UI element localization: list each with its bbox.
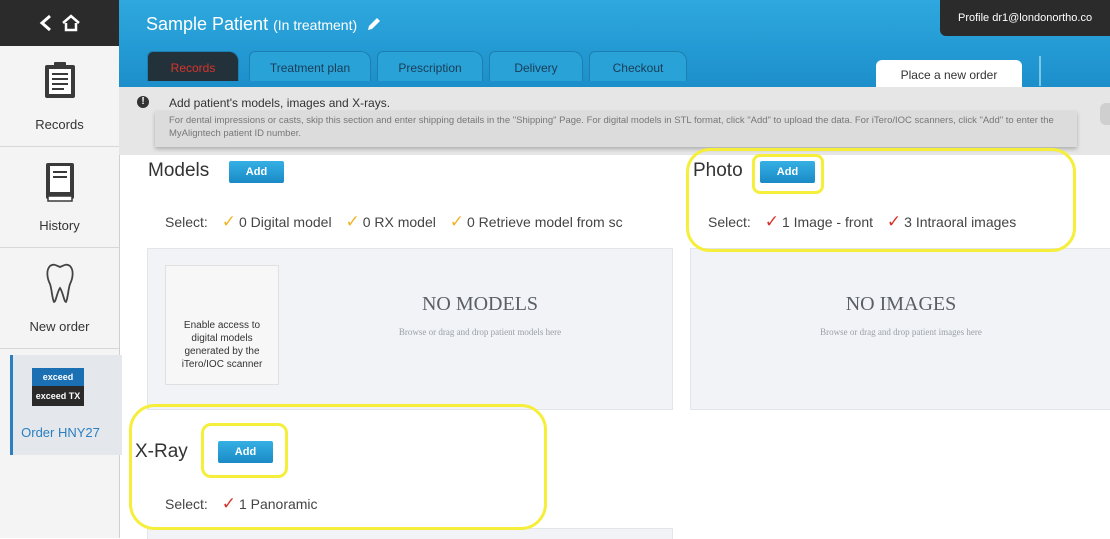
no-models-title: NO MODELS bbox=[421, 293, 539, 315]
sidebar-top-bar bbox=[0, 0, 119, 46]
patient-status: (In treatment) bbox=[273, 17, 358, 33]
exceed-badge-bottom: exceed TX bbox=[32, 386, 84, 406]
itero-access-card[interactable]: Enable access to digital models generate… bbox=[165, 265, 279, 385]
photo-option-intraoral[interactable]: 3 Intraoral images bbox=[904, 214, 1016, 230]
photo-drop-zone[interactable]: NO IMAGES Browse or drag and drop patien… bbox=[690, 248, 1110, 410]
sidebar-item-records[interactable]: Records bbox=[0, 46, 119, 147]
order-id-label: Order HNY27 bbox=[21, 425, 100, 440]
select-label: Select: bbox=[165, 214, 208, 230]
xray-title: X-Ray bbox=[135, 441, 188, 462]
tab-records[interactable]: Records bbox=[147, 51, 239, 81]
add-models-button[interactable]: Add bbox=[229, 161, 284, 183]
add-xray-button[interactable]: Add bbox=[218, 441, 273, 463]
models-title: Models bbox=[148, 160, 210, 181]
check-icon: ✓ bbox=[345, 212, 360, 231]
models-option-digital[interactable]: 0 Digital model bbox=[239, 214, 332, 230]
check-icon: ✓ bbox=[886, 212, 902, 231]
pencil-icon[interactable] bbox=[366, 16, 382, 32]
xray-select-row: Select: ✓ 1 Panoramic bbox=[165, 494, 465, 514]
info-banner: ! Add patient's models, images and X-ray… bbox=[119, 87, 1110, 155]
clipboard-icon bbox=[44, 62, 75, 98]
no-images-hint: Browse or drag and drop patient images h… bbox=[820, 327, 982, 337]
sidebar: Records History New order exceed exceed … bbox=[0, 0, 122, 538]
info-icon: ! bbox=[137, 96, 149, 108]
exceed-badge: exceed exceed TX bbox=[32, 368, 84, 406]
tooth-icon bbox=[45, 263, 74, 303]
home-icon[interactable] bbox=[61, 14, 81, 32]
models-drop-zone[interactable]: Enable access to digital models generate… bbox=[147, 248, 673, 410]
check-icon: ✓ bbox=[449, 212, 464, 231]
select-label: Select: bbox=[165, 496, 208, 512]
exceed-badge-top: exceed bbox=[32, 368, 84, 386]
photo-select-row: Select: ✓ 1 Image - front ✓ 3 Intraoral im… bbox=[708, 212, 1098, 232]
photo-option-front[interactable]: 1 Image - front bbox=[782, 214, 873, 230]
tab-delivery[interactable]: Delivery bbox=[489, 51, 583, 81]
itero-text: Enable access to digital models generate… bbox=[181, 320, 263, 370]
models-select-row: Select: ✓ 0 Digital model ✓ 0 RX model ✓ 0 … bbox=[165, 212, 665, 232]
patient-title: Sample Patient (In treatment) bbox=[146, 14, 382, 35]
photo-highlight bbox=[686, 148, 1076, 252]
no-images-title: NO IMAGES bbox=[845, 293, 957, 315]
book-icon bbox=[45, 163, 74, 202]
sidebar-item-label: New order bbox=[29, 319, 90, 334]
header-divider bbox=[1039, 56, 1041, 86]
xray-option-panoramic[interactable]: 1 Panoramic bbox=[239, 496, 318, 512]
back-icon[interactable] bbox=[39, 14, 53, 32]
info-title: Add patient's models, images and X-rays. bbox=[169, 96, 391, 110]
sidebar-item-history[interactable]: History bbox=[0, 147, 119, 248]
sidebar-item-new-order[interactable]: New order bbox=[0, 248, 119, 349]
sidebar-item-order[interactable]: exceed exceed TX Order HNY27 bbox=[10, 355, 122, 455]
info-text: For dental impressions or casts, skip th… bbox=[169, 115, 1054, 139]
tab-checkout[interactable]: Checkout bbox=[589, 51, 687, 81]
profile-link[interactable]: Profile dr1@londonortho.co bbox=[940, 0, 1110, 36]
select-label: Select: bbox=[708, 214, 751, 230]
header: Sample Patient (In treatment) Profile dr… bbox=[119, 0, 1110, 88]
no-models-hint: Browse or drag and drop patient models h… bbox=[398, 327, 562, 337]
patient-name: Sample Patient bbox=[146, 14, 269, 34]
place-new-order-tab[interactable]: Place a new order bbox=[876, 60, 1022, 88]
scroll-handle[interactable] bbox=[1100, 103, 1110, 125]
add-photo-button[interactable]: Add bbox=[760, 161, 815, 183]
models-option-retrieve[interactable]: 0 Retrieve model from sc bbox=[467, 214, 623, 230]
sidebar-item-label: History bbox=[39, 218, 80, 233]
tab-prescription[interactable]: Prescription bbox=[377, 51, 483, 81]
sidebar-item-label: Records bbox=[35, 117, 84, 132]
check-icon: ✓ bbox=[221, 494, 236, 513]
photo-title: Photo bbox=[693, 160, 743, 181]
models-option-rx[interactable]: 0 RX model bbox=[363, 214, 436, 230]
check-icon: ✓ bbox=[221, 212, 236, 231]
check-icon: ✓ bbox=[764, 212, 779, 231]
xray-drop-zone[interactable] bbox=[147, 528, 673, 539]
tab-treatment-plan[interactable]: Treatment plan bbox=[249, 51, 371, 81]
